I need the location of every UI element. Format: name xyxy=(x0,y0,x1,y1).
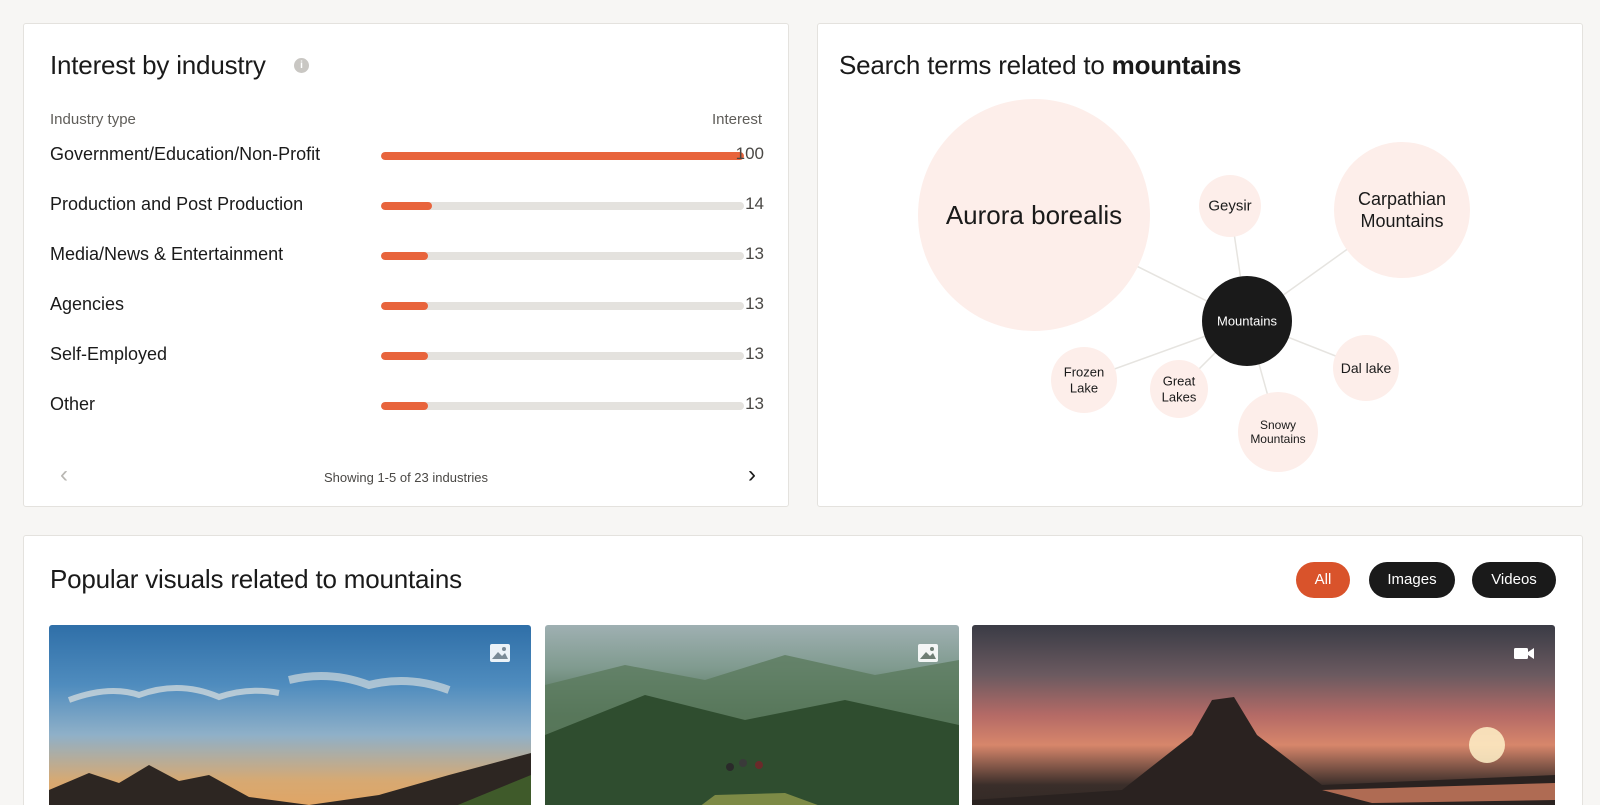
term-label: Aurora borealis xyxy=(946,200,1122,230)
term-label: Frozen xyxy=(1064,365,1104,380)
chevron-right-icon[interactable]: › xyxy=(738,462,766,490)
term-label: Lake xyxy=(1070,380,1098,395)
term-label: Carpathian xyxy=(1358,189,1446,209)
visual-tile-hikers-ridge[interactable] xyxy=(545,625,959,805)
tile-photo xyxy=(545,655,959,805)
interest-bar-fill xyxy=(381,202,432,210)
visual-tile-hikers-sunset[interactable] xyxy=(49,625,531,805)
interest-value: 13 xyxy=(745,394,764,413)
terms-title-prefix: Search terms related to xyxy=(839,50,1112,80)
interest-value: 100 xyxy=(735,144,764,163)
visuals-card-title: Popular visuals related to mountains xyxy=(50,564,462,594)
industry-label: Media/News & Entertainment xyxy=(50,244,284,264)
terms-card-title: Search terms related to mountains xyxy=(839,50,1242,81)
term-bubble-geysir[interactable]: Geysir xyxy=(1199,175,1261,237)
term-label: Mountains xyxy=(1250,432,1305,446)
video-camera-icon xyxy=(1514,648,1534,659)
industry-interest-card: Interest by industry i Industry type Int… xyxy=(23,23,789,507)
term-bubble-aurora[interactable]: Aurora borealis xyxy=(918,99,1150,331)
industry-type-header: Industry type xyxy=(50,111,136,128)
term-label: Dal lake xyxy=(1341,360,1392,376)
filter-images-button[interactable]: Images xyxy=(1369,562,1455,598)
interest-bar-track xyxy=(381,152,744,160)
term-label: Lakes xyxy=(1162,389,1197,404)
image-icon xyxy=(490,644,510,662)
interest-bar-track xyxy=(381,302,744,310)
industry-row: Self-Employed 13 xyxy=(50,340,764,370)
term-label: Geysir xyxy=(1208,198,1251,215)
term-bubble-dal-lake[interactable]: Dal lake xyxy=(1333,335,1399,401)
pagination-status: Showing 1-5 of 23 industries xyxy=(323,470,489,485)
term-bubble-snowy[interactable]: SnowyMountains xyxy=(1238,392,1318,472)
term-bubble-frozen-lake[interactable]: FrozenLake xyxy=(1051,347,1117,413)
interest-value: 13 xyxy=(745,294,764,313)
interest-value: 14 xyxy=(745,194,764,213)
interest-bar-fill xyxy=(381,402,429,410)
industry-row: Media/News & Entertainment 13 xyxy=(50,240,764,270)
image-icon xyxy=(918,644,938,662)
related-search-terms-card: Aurora borealis Geysir Carpathian Mountains… xyxy=(817,23,1583,507)
interest-bar-track xyxy=(381,352,744,360)
interest-bar-track xyxy=(381,202,744,210)
industry-row: Government/Education/Non-Profit 100 xyxy=(50,140,764,170)
interest-bar-track xyxy=(381,252,744,260)
term-label: Snowy xyxy=(1260,418,1296,432)
tile-photo xyxy=(49,672,531,805)
term-label: Mountains xyxy=(1360,211,1443,231)
interest-value: 13 xyxy=(745,344,764,363)
center-term-label: Mountains xyxy=(1217,314,1277,329)
term-bubble-center[interactable]: Mountains xyxy=(1202,276,1292,366)
tile-photo xyxy=(972,697,1555,805)
industry-label: Production and Post Production xyxy=(50,194,304,214)
interest-header: Interest xyxy=(711,111,762,128)
search-terms-bubble-graph: Aurora borealis Geysir CarpathianMountains… xyxy=(918,99,1470,472)
popular-visuals-card: Popular visuals related to mountains All… xyxy=(23,535,1583,805)
interest-value: 13 xyxy=(745,244,764,263)
interest-bar-fill xyxy=(381,152,744,160)
industry-row: Production and Post Production 14 xyxy=(50,190,764,220)
industry-label: Other xyxy=(50,394,96,414)
interest-bar-fill xyxy=(381,252,429,260)
industry-row: Other 13 xyxy=(50,390,764,420)
industry-row: Agencies 13 xyxy=(50,290,764,320)
interest-bar-fill xyxy=(381,352,429,360)
visual-tile-mountain-sunset-video[interactable] xyxy=(972,625,1555,805)
industry-label: Self-Employed xyxy=(50,344,168,364)
filter-all-button[interactable]: All xyxy=(1296,562,1350,598)
interest-bar-fill xyxy=(381,302,429,310)
industry-card-title: Interest by industry xyxy=(50,50,266,80)
industry-label: Agencies xyxy=(50,294,125,314)
interest-bar-track xyxy=(381,402,744,410)
filter-videos-button[interactable]: Videos xyxy=(1472,562,1556,598)
terms-title-keyword: mountains xyxy=(1111,50,1242,80)
term-bubble-carpathian[interactable]: CarpathianMountains xyxy=(1334,142,1470,278)
industry-label: Government/Education/Non-Profit xyxy=(50,144,321,164)
term-bubble-great-lakes[interactable]: GreatLakes xyxy=(1150,360,1208,418)
term-label: Great xyxy=(1163,374,1196,389)
info-icon[interactable]: i xyxy=(294,58,309,73)
